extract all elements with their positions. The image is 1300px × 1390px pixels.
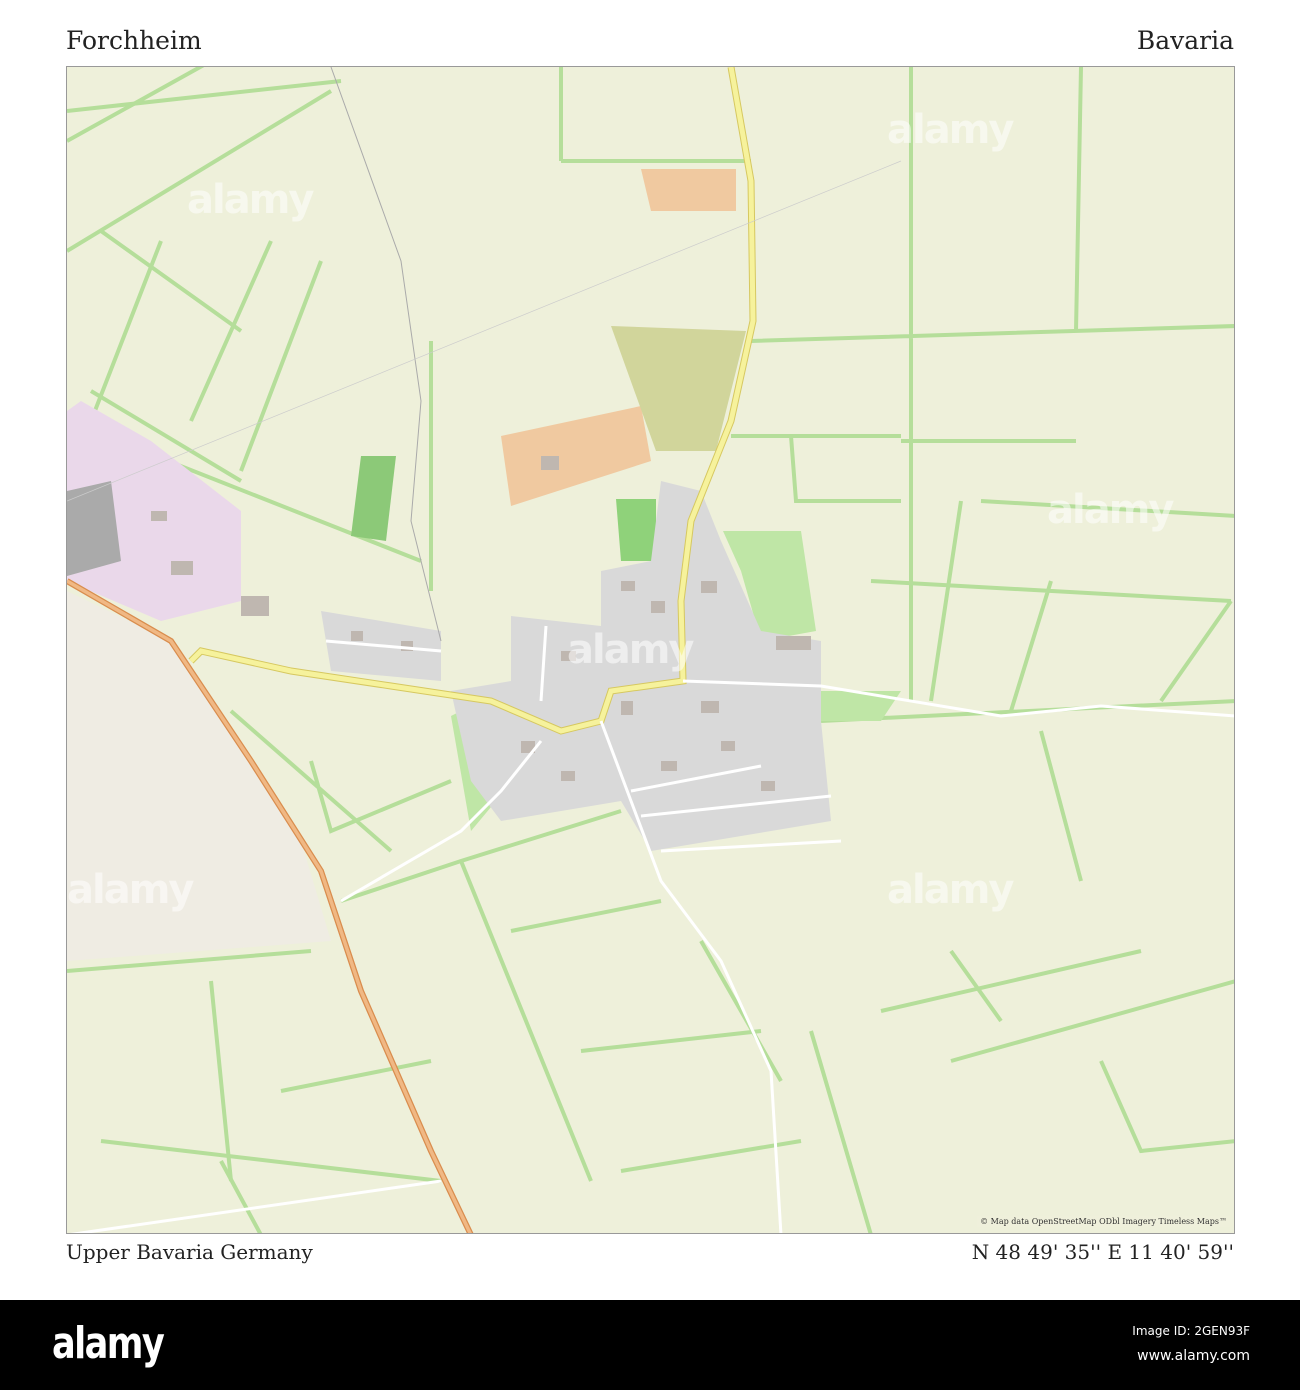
map-view[interactable]: alamy alamy alamy alamy alamy alamy © Ma… <box>66 66 1235 1234</box>
watermark: alamy <box>187 177 314 223</box>
image-id: Image ID: 2GEN93F <box>1132 1324 1250 1338</box>
farmyard-north <box>641 169 736 211</box>
sports-field <box>616 499 656 561</box>
website-link[interactable]: www.alamy.com <box>1137 1348 1250 1364</box>
watermark: alamy <box>887 107 1014 153</box>
watermark: alamy <box>567 627 694 673</box>
farmyard <box>501 406 651 506</box>
alamy-logo: alamy <box>52 1318 165 1369</box>
coordinates: N 48 49' 35'' E 11 40' 59'' <box>971 1240 1234 1264</box>
map-title: Forchheim <box>66 26 202 55</box>
watermark: alamy <box>887 867 1014 913</box>
watermark: alamy <box>1047 487 1174 533</box>
watermark: alamy <box>67 867 194 913</box>
region-label: Bavaria <box>1136 26 1234 55</box>
subtitle: Upper Bavaria Germany <box>66 1240 313 1264</box>
woodland <box>351 456 396 541</box>
stock-bar: alamy Image ID: 2GEN93F www.alamy.com <box>0 1300 1300 1390</box>
map-attribution[interactable]: © Map data OpenStreetMap ODbl Imagery Ti… <box>977 1216 1230 1227</box>
